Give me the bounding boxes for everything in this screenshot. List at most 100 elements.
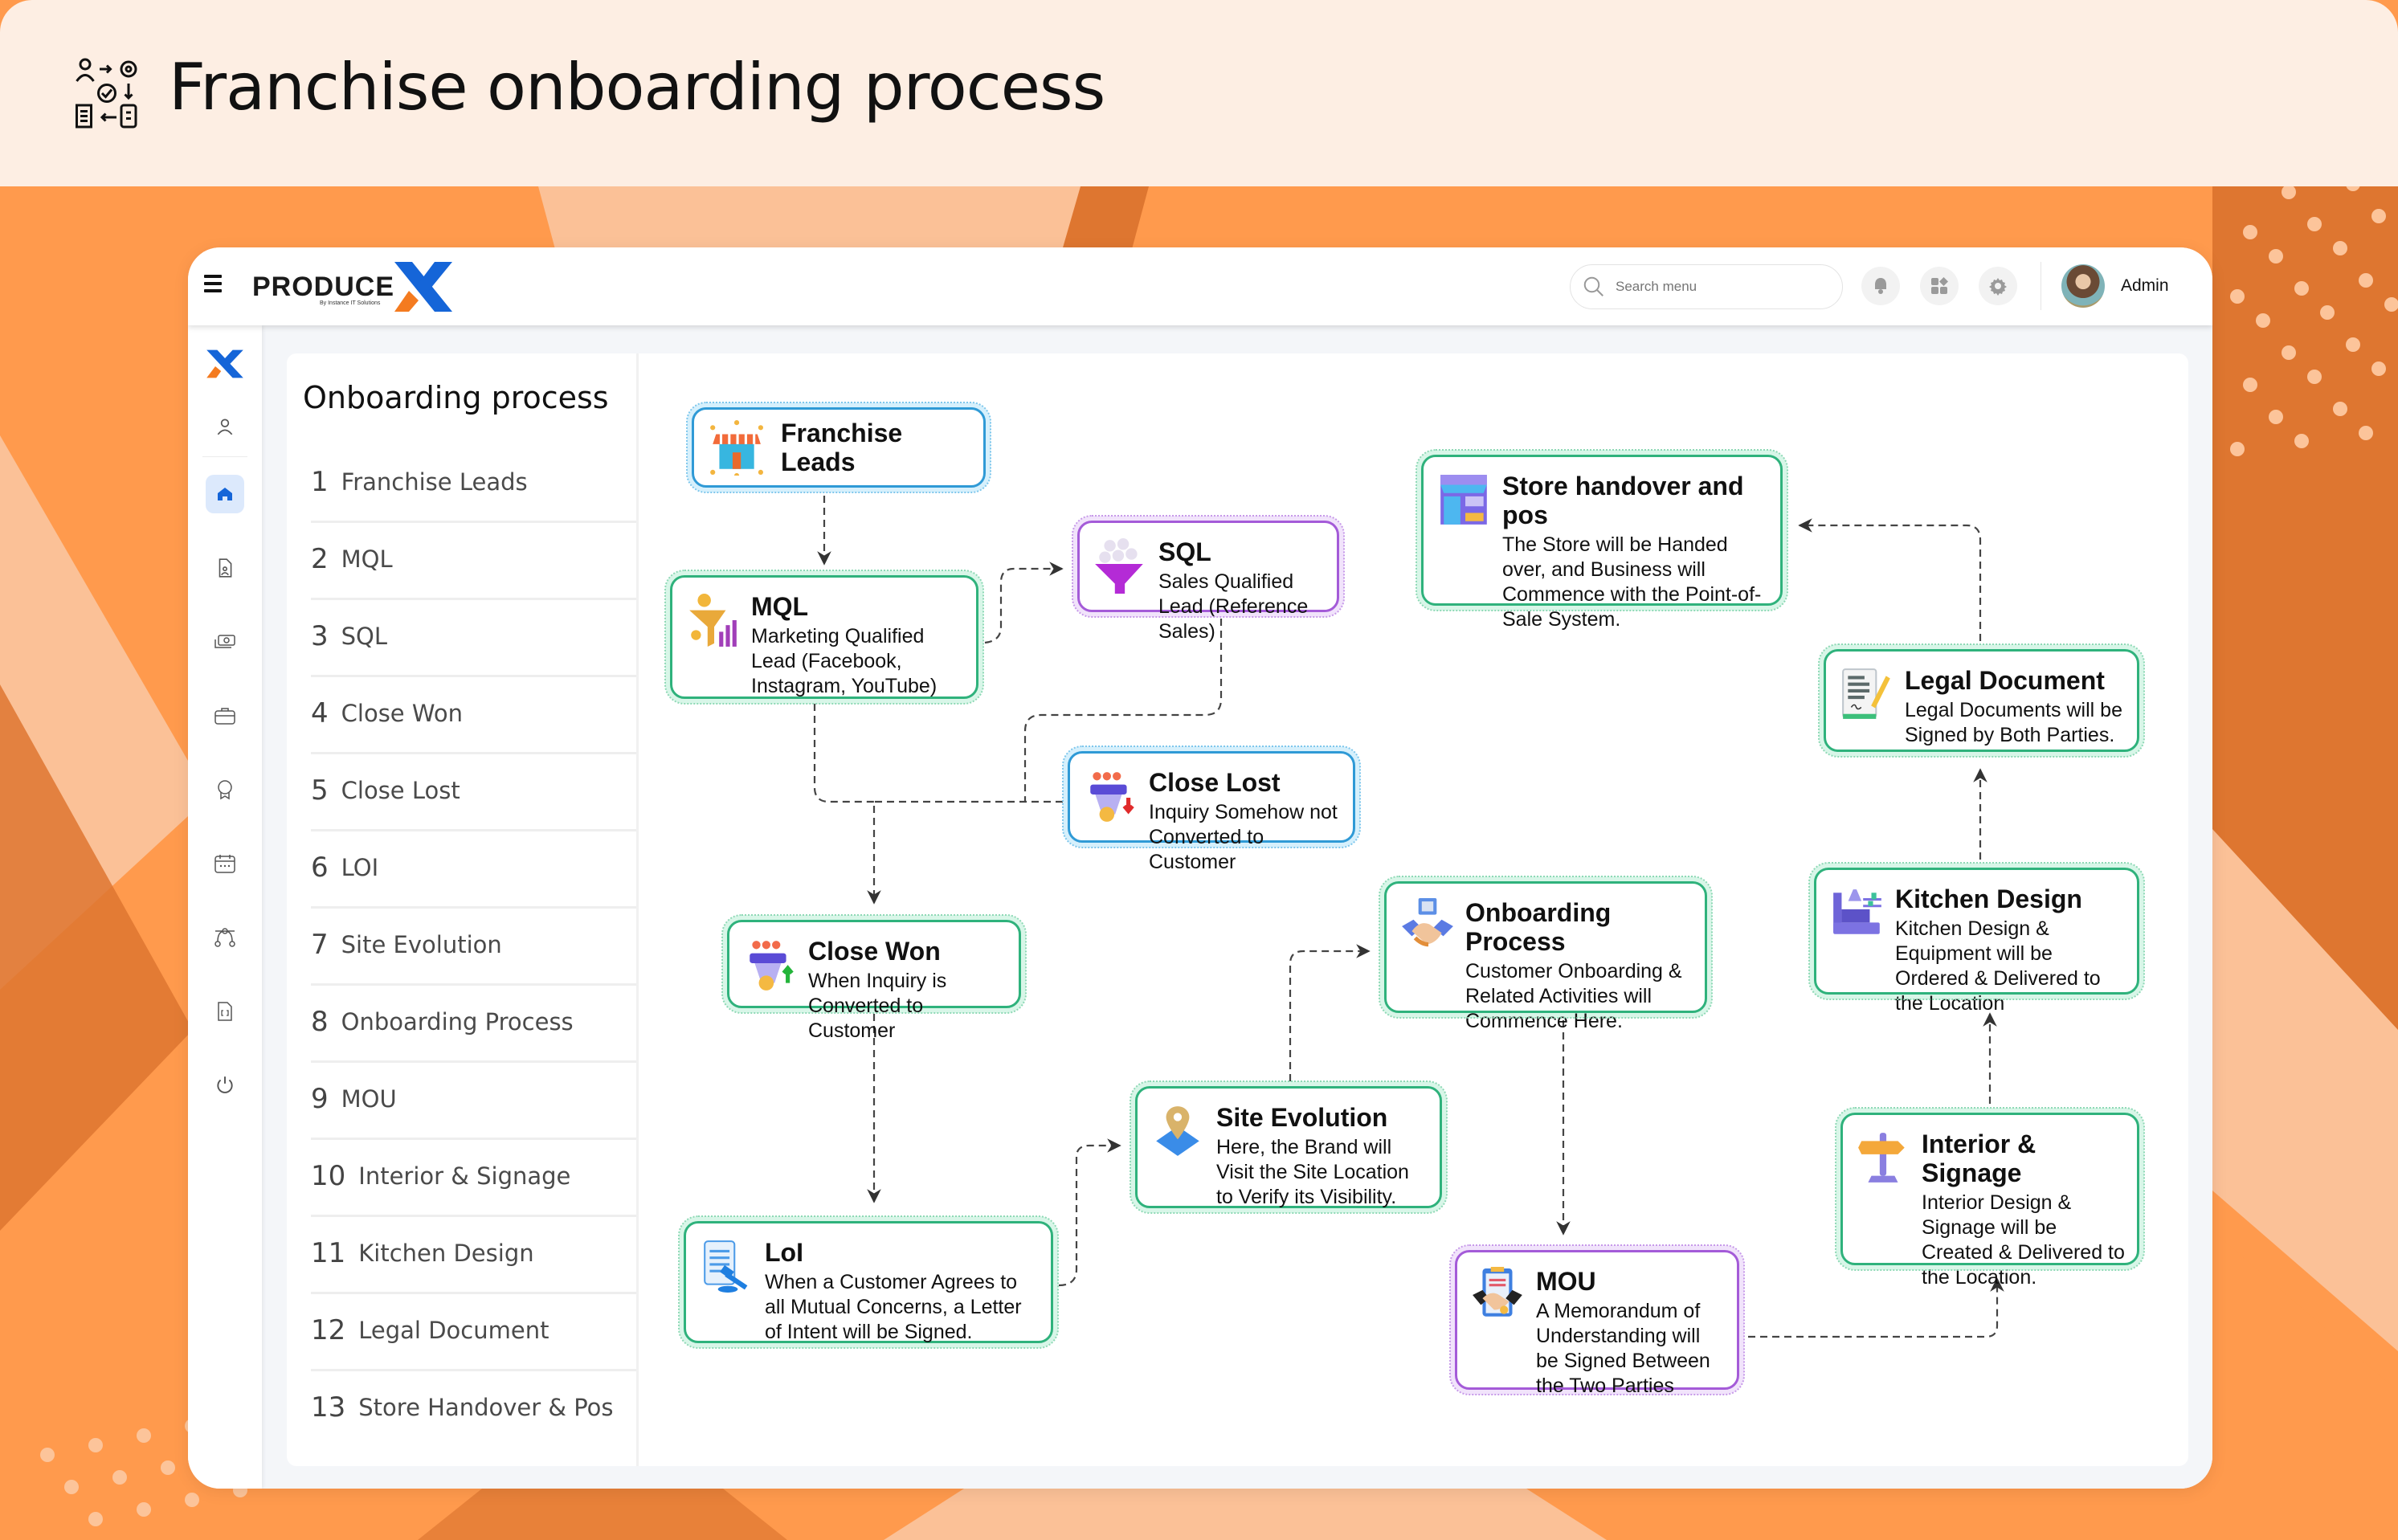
step-number: 7 (311, 929, 329, 961)
kitchen-icon (1833, 889, 1881, 934)
rail-item-calendar[interactable] (206, 844, 244, 883)
rail-item-jobs[interactable] (206, 696, 244, 735)
step-item[interactable]: 7 Site Evolution (311, 906, 636, 986)
node-kitchen-design[interactable]: Kitchen Design Kitchen Design & Equipment… (1808, 862, 2145, 1015)
decor-dot (137, 1502, 151, 1517)
node-sql[interactable]: SQL Sales Qualified Lead (Reference Sales… (1072, 515, 1345, 643)
top-bar: PRODUCE By Instance IT Solutions Admin (188, 247, 2212, 325)
node-text: SQL Sales Qualified Lead (Reference Sales… (1158, 537, 1326, 644)
node-description: Customer Onboarding & Related Activities… (1465, 960, 1682, 1032)
node-close-won[interactable]: Close Won When Inquiry is Converted to Cu… (721, 914, 1027, 1042)
decor-dot (88, 1438, 103, 1452)
logo-text: PRODUCE (252, 271, 395, 302)
node-title: Store handover and pos (1502, 472, 1744, 529)
node-title: Close Lost (1149, 768, 1281, 797)
step-item[interactable]: 2 MQL (311, 521, 636, 600)
document-gavel-icon (704, 1240, 748, 1293)
node-mql[interactable]: MQL Marketing Qualified Lead (Facebook, I… (664, 570, 984, 705)
decor-dot (2256, 313, 2270, 328)
node-description: Sales Qualified Lead (Reference Sales) (1158, 570, 1309, 643)
logo[interactable]: PRODUCE By Instance IT Solutions (252, 259, 455, 315)
rail-item-finance[interactable] (206, 623, 244, 661)
step-item[interactable]: 6 LOI (311, 829, 636, 909)
node-onboarding-process[interactable]: Onboarding Process Customer Onboarding & … (1379, 876, 1713, 1032)
rail-logo[interactable] (206, 345, 244, 383)
step-item[interactable]: 4 Close Won (311, 675, 636, 754)
step-label: Onboarding Process (341, 1008, 574, 1036)
step-label: Close Lost (341, 777, 460, 804)
step-item[interactable]: 5 Close Lost (311, 752, 636, 831)
rail-item-logout[interactable] (206, 1066, 244, 1105)
step-number: 5 (311, 774, 329, 807)
node-text: Franchise Leads (781, 419, 972, 476)
node-text: Kitchen Design Kitchen Design & Equipment… (1895, 884, 2126, 1016)
hamburger-icon[interactable] (204, 275, 222, 294)
decor-dot (2307, 370, 2322, 384)
decor-dot (137, 1428, 151, 1443)
avatar[interactable] (2061, 264, 2105, 308)
node-mou[interactable]: MOU A Memorandum of Understanding will be… (1449, 1244, 1745, 1397)
rail-item-profile[interactable] (206, 407, 244, 446)
step-item[interactable]: 1 Franchise Leads (311, 443, 636, 523)
handshake-icon (1402, 898, 1453, 947)
decor-dot (2333, 241, 2347, 255)
decor-dot (2243, 225, 2257, 239)
node-text: MOU A Memorandum of Understanding will be… (1536, 1267, 1726, 1399)
node-text: MQL Marketing Qualified Lead (Facebook, I… (751, 592, 965, 699)
step-number: 6 (311, 852, 329, 884)
search-input[interactable] (1614, 278, 1826, 296)
node-text: Store handover and pos The Store will be … (1502, 472, 1769, 632)
step-item[interactable]: 10 Interior & Signage (311, 1138, 636, 1217)
decor-dot (2269, 410, 2283, 424)
decor-dot (161, 1460, 175, 1475)
step-label: Kitchen Design (358, 1240, 534, 1267)
calendar-icon (214, 855, 235, 873)
node-text: Site Evolution Here, the Brand will Visit… (1216, 1103, 1428, 1210)
decor-dot (2333, 402, 2347, 416)
decor-dot (2282, 345, 2296, 360)
step-item[interactable]: 3 SQL (311, 598, 636, 677)
decor-dot (185, 1493, 199, 1507)
decor-dot (2230, 289, 2245, 304)
step-item[interactable]: 9 MOU (311, 1060, 636, 1140)
step-label: MQL (341, 545, 393, 573)
step-label: MOU (341, 1085, 397, 1113)
rail-item-documents[interactable] (206, 549, 244, 587)
funnel-up-icon (750, 941, 794, 991)
node-close-lost[interactable]: Close Lost Inquiry Somehow not Converted … (1062, 745, 1361, 873)
rail-item-files[interactable] (206, 992, 244, 1031)
rail-item-home[interactable] (206, 475, 244, 513)
node-franchise-leads[interactable]: Franchise Leads (686, 402, 991, 493)
settings-button[interactable] (1979, 267, 2017, 305)
node-legal-document[interactable]: Legal Document Legal Documents will be Si… (1818, 643, 2145, 758)
node-text: Close Won When Inquiry is Converted to Cu… (808, 937, 1007, 1044)
icon-sidebar (188, 325, 262, 1489)
flow-icon (214, 928, 235, 947)
apps-button[interactable] (1920, 267, 1959, 305)
rail-item-awards[interactable] (206, 770, 244, 809)
gear-icon (1989, 278, 2007, 296)
step-item[interactable]: 12 Legal Document (311, 1292, 636, 1371)
step-item[interactable]: 11 Kitchen Design (311, 1215, 636, 1294)
user-name[interactable]: Admin (2121, 276, 2169, 296)
people-funnel-icon (1095, 538, 1143, 594)
bell-icon (1875, 278, 1886, 294)
step-label: Legal Document (358, 1317, 549, 1344)
step-number: 1 (311, 466, 329, 498)
node-site-evolution[interactable]: Site Evolution Here, the Brand will Visit… (1130, 1080, 1448, 1214)
node-loi[interactable]: LoI When a Customer Agrees to all Mutual … (678, 1215, 1059, 1349)
search-box[interactable] (1570, 264, 1843, 309)
step-number: 2 (311, 543, 329, 575)
rail-item-workflow[interactable] (206, 918, 244, 957)
step-label: Franchise Leads (341, 468, 528, 496)
notifications-button[interactable] (1861, 267, 1900, 305)
node-store-handover[interactable]: Store handover and pos The Store will be … (1416, 449, 1788, 631)
step-item[interactable]: 13 Store Handover & Pos (311, 1369, 636, 1446)
decor-dot (112, 1470, 127, 1485)
node-description: When Inquiry is Converted to Customer (808, 970, 947, 1042)
step-item[interactable]: 8 Onboarding Process (311, 983, 636, 1063)
node-title: Interior & Signage (1922, 1129, 2036, 1187)
step-label: Store Handover & Pos (358, 1394, 614, 1421)
node-interior-signage[interactable]: Interior & Signage Interior Design & Sign… (1835, 1107, 2145, 1289)
decor-dot (88, 1512, 103, 1526)
